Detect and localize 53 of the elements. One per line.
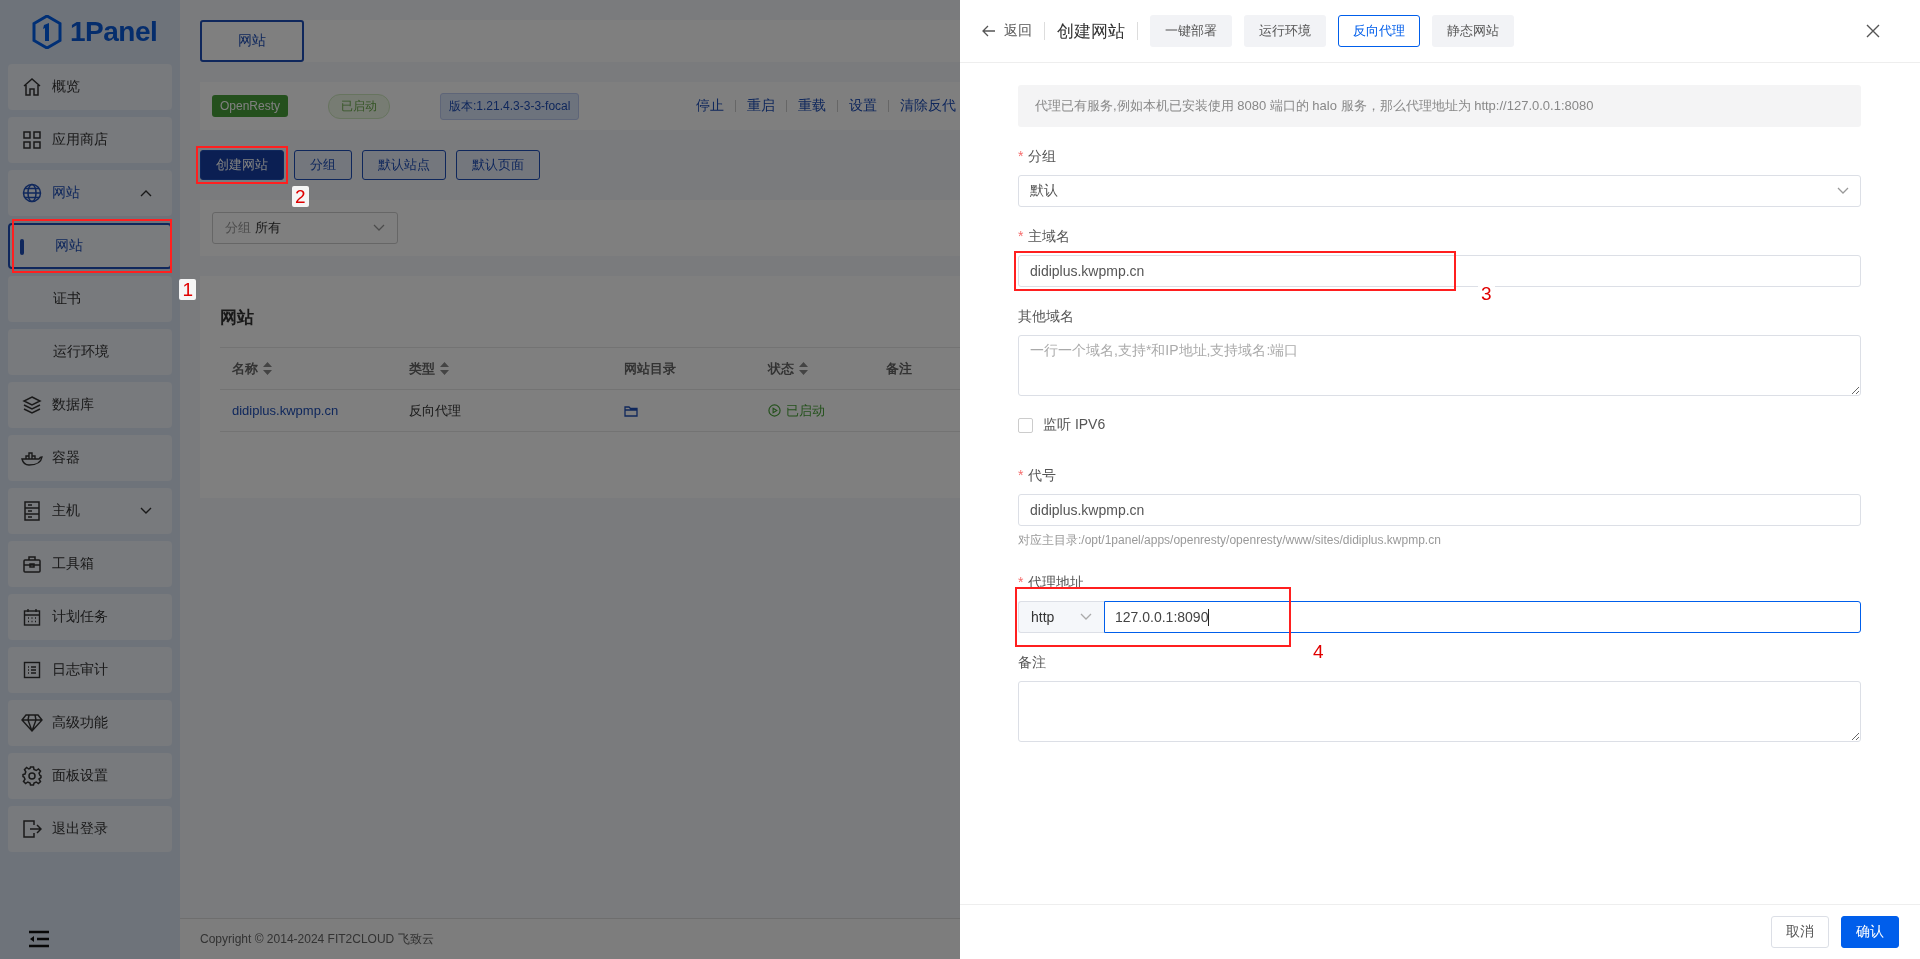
type-tab[interactable]: 一键部署	[1150, 15, 1232, 47]
group-select[interactable]: 默认	[1018, 175, 1861, 207]
required-mark: *	[1018, 573, 1024, 592]
ipv6-checkbox[interactable]: 监听 IPV6	[1018, 416, 1861, 434]
drawer-title: 创建网站	[1057, 20, 1125, 43]
action-link[interactable]: 重启	[747, 97, 775, 115]
info-notice: 代理已有服务,例如本机已安装使用 8080 端口的 halo 服务，那么代理地址为 http://127.0.0.1:8080	[1018, 85, 1861, 127]
status-text: 已启动	[768, 401, 825, 420]
type-tab[interactable]: 运行环境	[1244, 15, 1326, 47]
column-header[interactable]: 备注	[886, 359, 960, 378]
column-header[interactable]: 类型	[409, 359, 624, 378]
type-tab[interactable]: 静态网站	[1432, 15, 1514, 47]
copyright-text: Copyright © 2014-2024 FIT2CLOUD 飞致云	[200, 930, 434, 948]
input-field[interactable]: didiplus.kwpmp.cn	[1018, 255, 1861, 287]
status-tag: 已启动	[328, 93, 391, 119]
toolbar-button[interactable]: 创建网站	[200, 150, 284, 180]
table-title: 网站	[220, 307, 255, 329]
type-tab[interactable]: 反向代理	[1338, 15, 1420, 47]
field-label: 备注	[1018, 653, 1046, 672]
page-tab[interactable]: 网站	[200, 20, 304, 62]
column-header[interactable]: 网站目录	[624, 359, 768, 378]
action-link[interactable]: 停止	[696, 97, 724, 115]
version-tag: 版本:1.21.4.3-3-3-focal	[440, 92, 580, 120]
footer-button[interactable]: 确认	[1841, 916, 1899, 948]
app-tag: OpenResty	[212, 95, 289, 117]
step-number: 2	[292, 186, 309, 207]
logo-text: 1Panel	[70, 16, 158, 48]
field-label: 其他域名	[1018, 307, 1074, 326]
footer-button[interactable]: 取消	[1771, 916, 1829, 948]
column-header[interactable]: 状态	[768, 359, 886, 378]
action-link[interactable]: 重载	[798, 97, 826, 115]
field-label: 分组	[1028, 147, 1057, 166]
address-field[interactable]: 127.0.0.1:8090	[1104, 601, 1861, 633]
nav-subitem[interactable]: 网站	[8, 223, 172, 269]
required-mark: *	[1018, 227, 1024, 246]
field-label: 主域名	[1028, 227, 1071, 246]
text-area[interactable]: 一行一个域名,支持*和IP地址,支持域名:端口	[1018, 335, 1861, 396]
protocol-select[interactable]: http	[1018, 601, 1104, 633]
toolbar-button[interactable]: 分组	[294, 150, 352, 180]
field-label: 代号	[1028, 466, 1057, 485]
action-link[interactable]: 清除反代	[900, 97, 956, 115]
back-link[interactable]: 返回	[982, 22, 1032, 40]
required-mark: *	[1018, 147, 1024, 166]
step-number: 1	[179, 279, 196, 300]
site-link[interactable]: didiplus.kwpmp.cn	[232, 403, 339, 418]
required-mark: *	[1018, 466, 1024, 485]
toolbar-button[interactable]: 默认站点	[362, 150, 446, 180]
column-header[interactable]: 名称	[232, 359, 409, 378]
toolbar-button[interactable]: 默认页面	[456, 150, 540, 180]
table-cell: 反向代理	[409, 401, 461, 420]
field-hint: 对应主目录:/opt/1panel/apps/openresty/openresty/www/sites/didiplus.kwpmp.cn	[1018, 532, 1442, 549]
input-field[interactable]: didiplus.kwpmp.cn	[1018, 494, 1861, 526]
action-link[interactable]: 设置	[849, 97, 877, 115]
